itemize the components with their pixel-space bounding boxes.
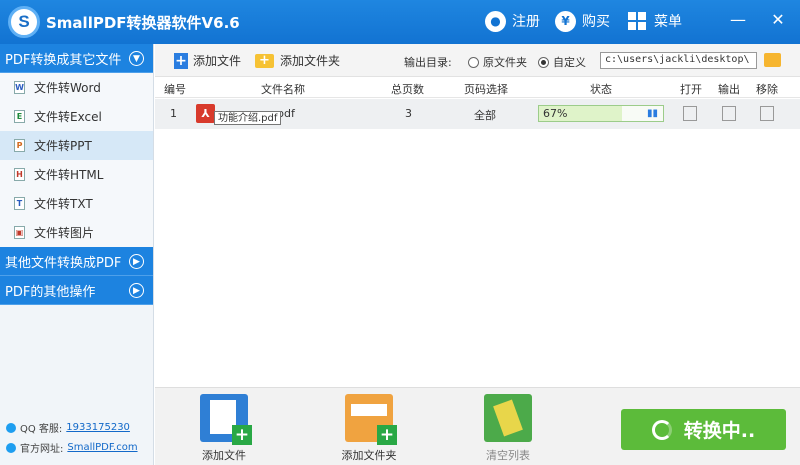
- spinner-icon: [651, 419, 672, 440]
- app-logo: S: [8, 6, 40, 38]
- title-bar: S SmallPDF转换器软件V6.6 ● 注册 ¥ 购买 菜单 — ✕: [0, 0, 800, 44]
- toolbar: + 添加文件 + 添加文件夹 输出目录: 原文件夹 自定义 c:\users\j…: [155, 44, 800, 77]
- radio-on-icon: [538, 56, 549, 68]
- browse-folder-icon[interactable]: [764, 53, 781, 67]
- sidebar-item-excel[interactable]: E 文件转Excel: [0, 102, 153, 131]
- output-path-field[interactable]: c:\users\jackli\desktop\: [600, 52, 757, 69]
- output-icon[interactable]: [722, 106, 736, 121]
- col-status: 状态: [590, 83, 612, 96]
- word-file-icon: W: [14, 81, 25, 94]
- sidebar-item-txt[interactable]: T 文件转TXT: [0, 189, 153, 218]
- open-external-icon[interactable]: [683, 106, 697, 121]
- row-index: 1: [170, 107, 177, 120]
- category-pdf-other-ops[interactable]: PDF的其他操作 ▶: [0, 276, 153, 305]
- add-file-big-icon: +: [200, 394, 252, 445]
- col-open: 打开: [680, 83, 702, 96]
- menu-button[interactable]: 菜单: [628, 9, 682, 33]
- sidebar-item-html[interactable]: H 文件转HTML: [0, 160, 153, 189]
- pdf-file-icon: ⅄: [196, 104, 215, 123]
- pause-icon[interactable]: ▮▮: [647, 108, 658, 119]
- app-title: SmallPDF转换器软件V6.6: [46, 14, 240, 32]
- chevron-down-icon: ▼: [129, 51, 144, 66]
- trash-icon[interactable]: [760, 106, 774, 121]
- radio-off-icon: [468, 56, 479, 68]
- buy-button[interactable]: ¥ 购买: [555, 9, 610, 33]
- chevron-right-icon: ▶: [129, 254, 144, 269]
- close-button[interactable]: ✕: [767, 8, 789, 30]
- html-file-icon: H: [14, 168, 25, 181]
- add-file-button[interactable]: + 添加文件: [174, 52, 241, 69]
- buy-label: 购买: [582, 14, 610, 30]
- chevron-right-icon: ▶: [129, 283, 144, 298]
- row-pages: 3: [405, 107, 412, 120]
- bottom-add-file-button[interactable]: + 添加文件: [194, 394, 254, 463]
- col-output: 输出: [718, 83, 740, 96]
- minimize-button[interactable]: —: [727, 8, 749, 30]
- bottom-clear-list-button[interactable]: 清空列表: [478, 394, 538, 463]
- radio-original-folder[interactable]: 原文件夹: [468, 54, 527, 70]
- add-folder-icon: +: [255, 53, 274, 68]
- website-contact: 官方网址: SmallPDF.com: [6, 440, 138, 455]
- col-filename: 文件名称: [261, 83, 305, 96]
- add-folder-button[interactable]: + 添加文件夹: [255, 52, 340, 69]
- txt-file-icon: T: [14, 197, 25, 210]
- add-folder-big-icon: +: [345, 394, 397, 445]
- output-dir-label: 输出目录:: [404, 56, 452, 69]
- yen-icon: ¥: [555, 10, 576, 32]
- sidebar: PDF转换成其它文件 ▼ W 文件转Word E 文件转Excel P 文件转P…: [0, 44, 154, 465]
- progress-text: 67%: [543, 107, 568, 120]
- col-remove: 移除: [756, 83, 778, 96]
- category-pdf-to-other[interactable]: PDF转换成其它文件 ▼: [0, 44, 153, 73]
- qq-contact: QQ 客服: 1933175230: [6, 420, 130, 435]
- bottom-bar: + 添加文件 + 添加文件夹 清空列表 转换中..: [155, 387, 800, 465]
- register-label: 注册: [512, 14, 540, 30]
- website-link[interactable]: SmallPDF.com: [67, 442, 137, 453]
- broom-icon: [484, 394, 532, 442]
- sidebar-item-ppt[interactable]: P 文件转PPT: [0, 131, 153, 160]
- sidebar-item-word[interactable]: W 文件转Word: [0, 73, 153, 102]
- grid-icon: [628, 12, 646, 30]
- bottom-add-folder-button[interactable]: + 添加文件夹: [339, 394, 399, 463]
- row-range[interactable]: 全部: [474, 107, 496, 123]
- col-range: 页码选择: [464, 83, 508, 96]
- add-file-icon: +: [174, 52, 188, 69]
- ppt-file-icon: P: [14, 139, 25, 152]
- image-file-icon: ▣: [14, 226, 25, 239]
- table-header: 编号 文件名称 总页数 页码选择 状态 打开 输出 移除: [155, 78, 800, 98]
- qq-link[interactable]: 1933175230: [66, 422, 130, 433]
- table-row[interactable]: 1 ⅄ pdf 功能介绍.pdf 3 全部 67% ▮▮: [155, 99, 800, 129]
- progress-bar: 67% ▮▮: [538, 105, 664, 122]
- ie-icon: [6, 442, 16, 453]
- register-button[interactable]: ● 注册: [485, 9, 540, 33]
- menu-label: 菜单: [654, 14, 682, 30]
- qq-icon: [6, 422, 16, 433]
- convert-button[interactable]: 转换中..: [621, 409, 786, 450]
- col-index: 编号: [164, 83, 186, 96]
- user-icon: ●: [485, 10, 506, 32]
- radio-custom-folder[interactable]: 自定义: [538, 54, 586, 70]
- excel-file-icon: E: [14, 110, 25, 123]
- filename-tooltip: 功能介绍.pdf: [214, 111, 282, 125]
- col-pages: 总页数: [391, 83, 424, 96]
- sidebar-item-image[interactable]: ▣ 文件转图片: [0, 218, 153, 247]
- category-other-to-pdf[interactable]: 其他文件转换成PDF ▶: [0, 247, 153, 276]
